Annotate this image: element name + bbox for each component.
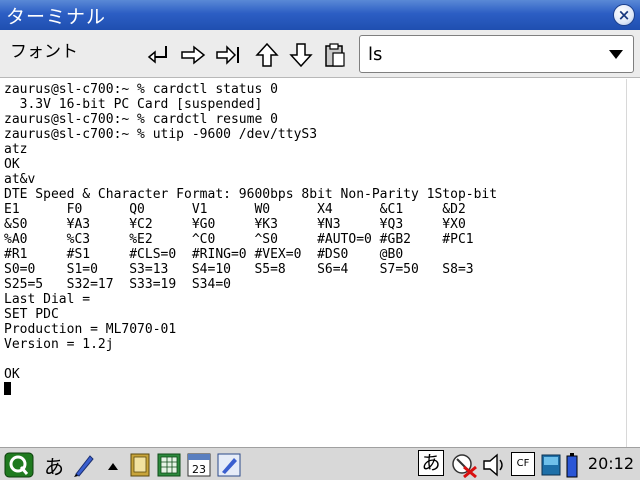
paste-icon[interactable]	[322, 42, 348, 68]
terminal-line: 3.3V 16-bit PC Card [suspended]	[4, 97, 263, 112]
terminal-line: DTE Speed & Character Format: 9600bps 8b…	[4, 187, 498, 202]
battery-icon[interactable]	[566, 452, 578, 478]
terminal-line: zaurus@sl-c700:~ % cardctl resume 0	[4, 112, 278, 127]
terminal-line: Version = 1.2j	[4, 337, 114, 352]
network-disconnected-icon[interactable]	[450, 452, 478, 478]
cf-card-label: CF	[516, 458, 530, 469]
terminal-output[interactable]: zaurus@sl-c700:~ % cardctl status 0 3.3V…	[0, 79, 626, 447]
terminal-line: %A0 %C3 %E2 ^C0 ^S0 #AUTO=0 #GB2 #PC1	[4, 232, 474, 247]
clock: 20:12	[587, 454, 634, 473]
tab-key-icon[interactable]	[180, 42, 206, 68]
spreadsheet-icon[interactable]	[156, 452, 182, 478]
terminal-line: #R1 #S1 #CLS=0 #RING=0 #VEX=0 #DS0 @B0	[4, 247, 404, 262]
terminal-line: OK	[4, 367, 20, 382]
command-combobox[interactable]: ls	[359, 35, 634, 73]
tab-end-icon[interactable]	[215, 42, 241, 68]
terminal-line: Last Dial =	[4, 292, 91, 307]
terminal-line: OK	[4, 157, 20, 172]
toolbar: フォント ls	[0, 30, 640, 78]
document-icon[interactable]	[216, 452, 242, 478]
pen-icon[interactable]	[72, 452, 96, 478]
command-value: ls	[368, 43, 383, 65]
arrow-up-icon[interactable]	[254, 42, 280, 68]
sd-card-icon[interactable]	[540, 452, 562, 478]
terminal-line: zaurus@sl-c700:~ % utip -9600 /dev/ttyS3	[4, 127, 318, 142]
terminal-line: &S0 ¥A3 ¥C2 ¥G0 ¥K3 ¥N3 ¥Q3 ¥X0	[4, 217, 466, 232]
arrow-down-icon[interactable]	[288, 42, 314, 68]
triangle-up-icon[interactable]	[106, 452, 120, 478]
taskbar: あ 23 あ CF 20:12	[0, 447, 640, 480]
vertical-scrollbar[interactable]	[626, 79, 640, 447]
terminal-line: at&v	[4, 172, 36, 187]
close-icon: ×	[617, 5, 631, 24]
close-button[interactable]: ×	[613, 4, 635, 26]
speaker-icon[interactable]	[481, 452, 507, 478]
calendar-day-label: 23	[192, 463, 206, 476]
q-menu-icon[interactable]	[4, 452, 34, 478]
terminal-line: zaurus@sl-c700:~ % cardctl status 0	[4, 82, 278, 97]
cf-card-icon[interactable]: CF	[511, 452, 535, 476]
window-title: ターミナル	[6, 5, 107, 28]
terminal-line: S25=5 S32=17 S33=19 S34=0	[4, 277, 231, 292]
terminal-cursor	[4, 382, 11, 395]
notebook-icon[interactable]	[128, 452, 152, 478]
chevron-down-icon[interactable]	[609, 50, 623, 59]
terminal-line: atz	[4, 142, 28, 157]
input-method-label[interactable]: あ	[44, 451, 64, 479]
input-method-tray[interactable]: あ	[418, 450, 444, 476]
title-bar: ターミナル ×	[0, 0, 640, 30]
terminal-line: S0=0 S1=0 S3=13 S4=10 S5=8 S6=4 S7=50 S8…	[4, 262, 474, 277]
terminal-cursor-line	[4, 382, 497, 397]
terminal-line: Production = ML7070-01	[4, 322, 177, 337]
terminal-line: E1 F0 Q0 V1 W0 X4 &C1 &D2	[4, 202, 466, 217]
terminal-line: SET PDC	[4, 307, 59, 322]
font-menu[interactable]: フォント	[10, 37, 78, 62]
calendar-icon[interactable]: 23	[186, 452, 212, 478]
terminal-lines: zaurus@sl-c700:~ % cardctl status 0 3.3V…	[4, 82, 497, 397]
enter-key-icon[interactable]	[146, 42, 172, 68]
